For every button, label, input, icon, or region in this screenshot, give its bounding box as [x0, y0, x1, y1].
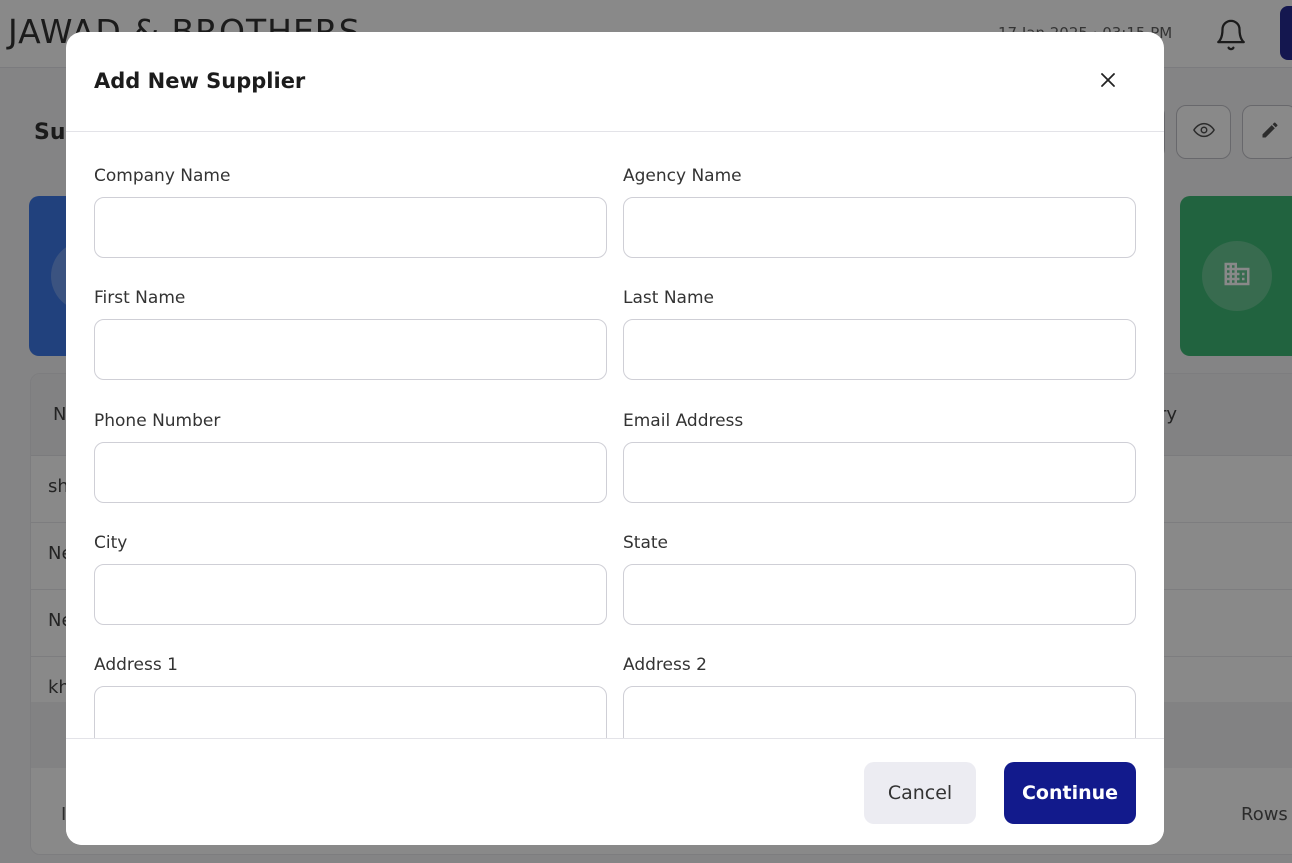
dialog-footer: Cancel Continue	[66, 738, 1164, 845]
close-button[interactable]	[1096, 70, 1120, 94]
agency-name-label: Agency Name	[623, 166, 742, 186]
state-input[interactable]	[623, 564, 1136, 625]
address-2-input[interactable]	[623, 686, 1136, 738]
first-name-label: First Name	[94, 288, 186, 308]
last-name-label: Last Name	[623, 288, 714, 308]
last-name-input[interactable]	[623, 319, 1136, 380]
last-name-group: Last Name	[623, 286, 1136, 380]
email-address-label: Email Address	[623, 411, 744, 431]
address-1-label: Address 1	[94, 655, 178, 675]
agency-name-input[interactable]	[623, 197, 1136, 258]
address-1-group: Address 1	[94, 653, 607, 738]
phone-number-group: Phone Number	[94, 409, 607, 503]
phone-number-label: Phone Number	[94, 411, 221, 431]
continue-button[interactable]: Continue	[1004, 762, 1136, 824]
company-name-group: Company Name	[94, 164, 607, 258]
city-input[interactable]	[94, 564, 607, 625]
city-group: City	[94, 531, 607, 625]
address-1-input[interactable]	[94, 686, 607, 738]
company-name-label: Company Name	[94, 166, 231, 186]
email-address-input[interactable]	[623, 442, 1136, 503]
phone-number-input[interactable]	[94, 442, 607, 503]
add-supplier-dialog: Add New Supplier Company Name Agency Nam…	[66, 32, 1164, 845]
first-name-group: First Name	[94, 286, 607, 380]
cancel-button[interactable]: Cancel	[864, 762, 976, 824]
address-2-group: Address 2	[623, 653, 1136, 738]
agency-name-group: Agency Name	[623, 164, 1136, 258]
close-icon	[1099, 71, 1117, 93]
city-label: City	[94, 533, 128, 553]
dialog-header: Add New Supplier	[66, 32, 1164, 132]
address-2-label: Address 2	[623, 655, 707, 675]
dialog-form: Company Name Agency Name First Name Last…	[66, 132, 1164, 738]
state-label: State	[623, 533, 668, 553]
email-address-group: Email Address	[623, 409, 1136, 503]
dialog-title: Add New Supplier	[94, 69, 306, 93]
first-name-input[interactable]	[94, 319, 607, 380]
state-group: State	[623, 531, 1136, 625]
company-name-input[interactable]	[94, 197, 607, 258]
